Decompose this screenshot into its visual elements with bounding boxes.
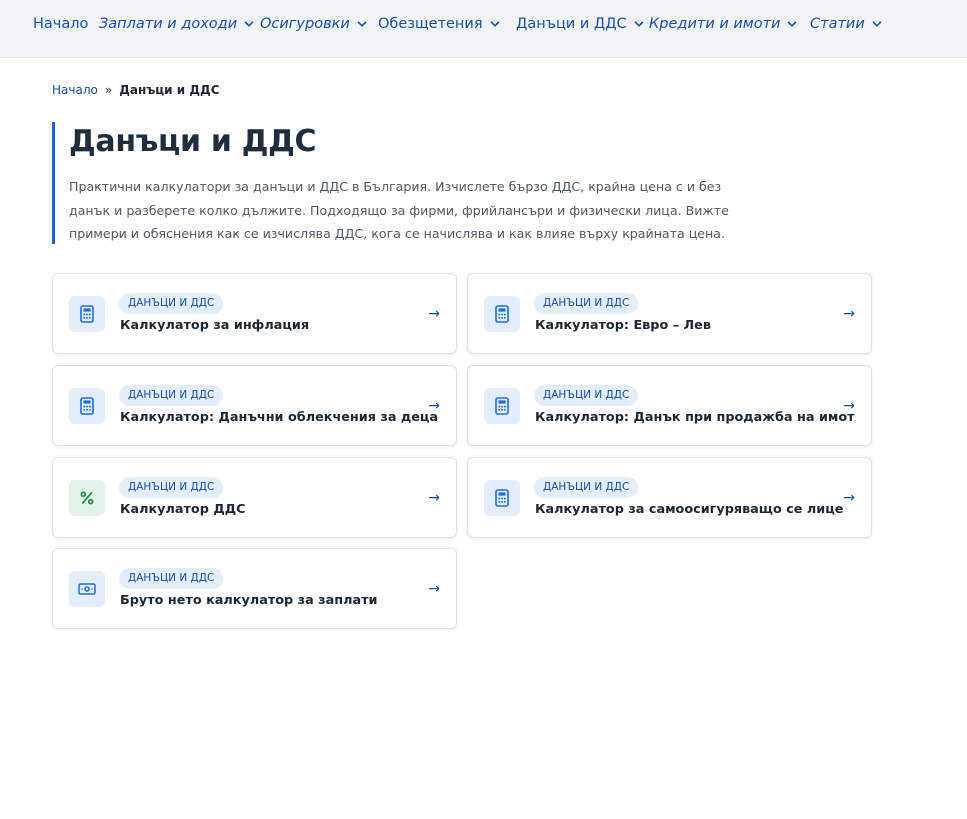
arrow-right-icon: → <box>843 306 855 322</box>
category-badge: ДАНЪЦИ И ДДС <box>534 477 639 498</box>
calculator-card[interactable]: ДАНЪЦИ И ДДС Калкулатор: Данък при прода… <box>467 365 872 446</box>
nav-item-label: Осигуровки <box>260 16 350 32</box>
calculator-card[interactable]: ДАНЪЦИ И ДДС Калкулатор за самоосигурява… <box>467 457 872 538</box>
card-title: Калкулатор: Данъчни облекчения за деца <box>120 410 439 425</box>
card-title: Калкулатор ДДС <box>120 502 246 517</box>
calculator-card[interactable]: ДАНЪЦИ И ДДС Калкулатор за инфлация → <box>52 273 457 354</box>
page-title: Данъци и ДДС <box>69 124 317 159</box>
card-title: Калкулатор: Евро – Лев <box>535 318 711 333</box>
category-badge: ДАНЪЦИ И ДДС <box>534 293 639 314</box>
category-badge: ДАНЪЦИ И ДДС <box>119 385 224 406</box>
calculator-icon <box>484 480 520 516</box>
calculator-icon <box>484 388 520 424</box>
calculator-card[interactable]: ДАНЪЦИ И ДДС Калкулатор ДДС → <box>52 457 457 538</box>
calculator-icon <box>69 388 105 424</box>
nav-item-salaries[interactable]: Заплати и доходи <box>99 14 254 34</box>
nav-item-taxes[interactable]: Данъци и ДДС <box>516 14 644 34</box>
arrow-right-icon: → <box>843 490 855 506</box>
chevron-down-icon <box>634 19 644 29</box>
calculator-icon <box>69 296 105 332</box>
page-description: Практични калкулатори за данъци и ДДС в … <box>69 179 729 241</box>
arrow-right-icon: → <box>843 398 855 414</box>
chevron-down-icon <box>787 19 797 29</box>
calculator-icon <box>484 296 520 332</box>
category-badge: ДАНЪЦИ И ДДС <box>119 293 224 314</box>
nav-item-label: Кредити и имоти <box>649 16 781 32</box>
chevron-down-icon <box>357 19 367 29</box>
banknote-icon <box>69 571 105 607</box>
nav-item-label: Данъци и ДДС <box>516 16 627 32</box>
card-title: Калкулатор: Данък при продажба на имот <box>535 410 855 425</box>
chevron-down-icon <box>244 19 254 29</box>
percent-icon <box>69 480 105 516</box>
arrow-right-icon: → <box>428 306 440 322</box>
top-navigation: Начало Заплати и доходи Осигуровки Обезщ… <box>0 0 967 58</box>
chevron-down-icon <box>872 19 882 29</box>
breadcrumb-home-link[interactable]: Начало <box>52 83 98 97</box>
card-title: Калкулатор за инфлация <box>120 318 310 333</box>
card-title: Калкулатор за самоосигуряващо се лице <box>535 502 844 517</box>
breadcrumb: Начало » Данъци и ДДС <box>52 82 220 98</box>
card-title: Бруто нето калкулатор за заплати <box>120 593 378 608</box>
nav-item-loans[interactable]: Кредити и имоти <box>649 14 797 34</box>
nav-item-label: Заплати и доходи <box>99 16 238 32</box>
calculator-card[interactable]: ДАНЪЦИ И ДДС Калкулатор: Данъчни облекче… <box>52 365 457 446</box>
arrow-right-icon: → <box>428 581 440 597</box>
arrow-right-icon: → <box>428 490 440 506</box>
category-badge: ДАНЪЦИ И ДДС <box>119 568 224 589</box>
nav-item-articles[interactable]: Статии <box>810 14 882 34</box>
chevron-down-icon <box>490 19 500 29</box>
category-badge: ДАНЪЦИ И ДДС <box>534 385 639 406</box>
breadcrumb-current: Данъци и ДДС <box>119 83 220 97</box>
nav-item-label: Статии <box>810 16 865 32</box>
breadcrumb-separator: » <box>104 83 113 97</box>
arrow-right-icon: → <box>428 398 440 414</box>
category-badge: ДАНЪЦИ И ДДС <box>119 477 224 498</box>
nav-item-benefits[interactable]: Обезщетения <box>378 14 500 34</box>
nav-item-label: Обезщетения <box>378 16 483 32</box>
calculator-card[interactable]: ДАНЪЦИ И ДДС Калкулатор: Евро – Лев → <box>467 273 872 354</box>
nav-item-insurance[interactable]: Осигуровки <box>260 14 367 34</box>
nav-item-home[interactable]: Начало <box>33 14 88 34</box>
nav-item-label: Начало <box>33 16 89 32</box>
calculator-card[interactable]: ДАНЪЦИ И ДДС Бруто нето калкулатор за за… <box>52 548 457 629</box>
page-header: Данъци и ДДС Практични калкулатори за да… <box>52 122 732 244</box>
